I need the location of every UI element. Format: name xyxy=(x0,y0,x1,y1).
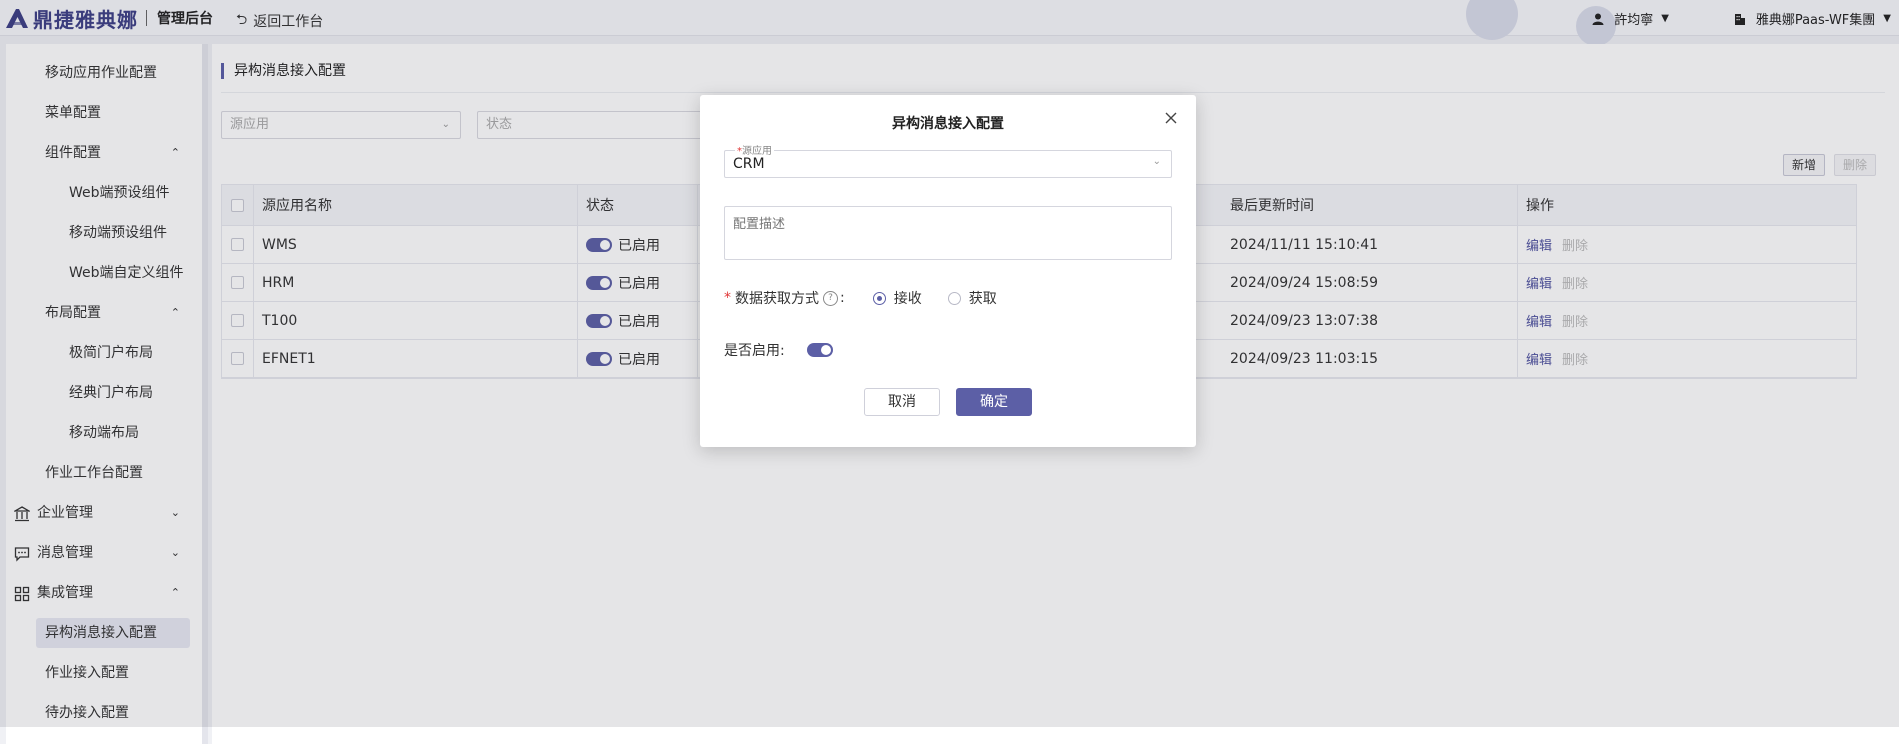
modal-title: 异构消息接入配置 xyxy=(892,116,1004,132)
label-colon: : xyxy=(840,290,845,306)
enable-label: 是否启用: xyxy=(724,343,785,359)
data-fetch-method-row: * 数据获取方式 ? : 接收 获取 xyxy=(724,288,997,308)
radio-receive-dot xyxy=(872,291,886,305)
radio-fetch-label: 获取 xyxy=(968,291,997,307)
chevron-down-icon: ⌄ xyxy=(1152,156,1161,167)
radio-fetch[interactable]: 获取 xyxy=(947,288,997,308)
source-app-label: *源应用 xyxy=(735,142,774,157)
radio-fetch-dot xyxy=(947,291,961,305)
radio-receive-label: 接收 xyxy=(893,291,922,307)
enable-row: 是否启用: xyxy=(724,340,839,360)
cancel-button[interactable]: 取消 xyxy=(864,388,940,416)
radio-receive[interactable]: 接收 xyxy=(872,288,922,308)
source-app-value: CRM xyxy=(733,156,765,172)
enable-toggle[interactable] xyxy=(806,343,833,357)
close-icon[interactable] xyxy=(1164,111,1178,125)
help-icon[interactable]: ? xyxy=(823,290,838,306)
source-app-select[interactable]: *源应用 CRM ⌄ xyxy=(724,142,1172,178)
data-fetch-method-label: 数据获取方式 xyxy=(735,291,819,307)
confirm-button[interactable]: 确定 xyxy=(956,388,1032,416)
required-mark: * xyxy=(724,290,731,306)
config-modal: 异构消息接入配置 *源应用 CRM ⌄ * 数据获取方式 ? : 接收 获取 是… xyxy=(700,95,1196,447)
config-description-input[interactable] xyxy=(724,206,1172,260)
